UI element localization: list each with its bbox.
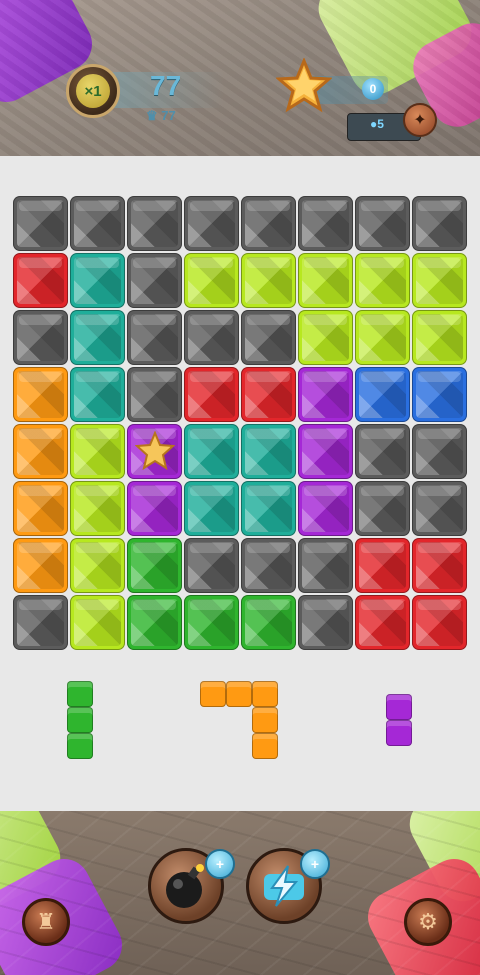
tile-gray[interactable] <box>13 196 68 251</box>
tile-gray[interactable] <box>355 424 410 479</box>
piece-2-cell[interactable] <box>252 681 278 707</box>
bomb-add-badge[interactable]: + <box>205 849 235 879</box>
tile-gray[interactable] <box>184 196 239 251</box>
star-icon <box>276 58 332 113</box>
tile-blue[interactable] <box>355 367 410 422</box>
tile-gray[interactable] <box>13 310 68 365</box>
multiplier-value: ×1 <box>76 74 110 108</box>
tile-orange[interactable] <box>13 367 68 422</box>
decorative-gem <box>400 811 480 911</box>
tile-lime[interactable] <box>355 310 410 365</box>
game-board[interactable] <box>12 195 468 651</box>
gear-icon: ⚙ <box>418 909 438 934</box>
tile-gray[interactable] <box>412 424 467 479</box>
tile-red[interactable] <box>412 538 467 593</box>
tile-purple[interactable] <box>127 481 182 536</box>
tile-red[interactable] <box>13 253 68 308</box>
tile-gray[interactable] <box>184 538 239 593</box>
piece-2-cell[interactable] <box>226 681 252 707</box>
tile-gray[interactable] <box>355 196 410 251</box>
tile-teal[interactable] <box>241 481 296 536</box>
shop-button[interactable]: ♜ <box>22 898 70 946</box>
piece-1-cell[interactable] <box>67 733 93 759</box>
tile-lime[interactable] <box>412 253 467 308</box>
tile-lime[interactable] <box>298 253 353 308</box>
tile-green[interactable] <box>184 595 239 650</box>
tile-lime[interactable] <box>355 253 410 308</box>
score-value: 77 <box>150 70 182 101</box>
tile-lime[interactable] <box>184 253 239 308</box>
tile-lime[interactable] <box>70 538 125 593</box>
tile-red[interactable] <box>241 367 296 422</box>
tile-gray[interactable] <box>355 481 410 536</box>
multiplier-badge: ×1 <box>66 64 120 118</box>
tile-purple[interactable] <box>298 424 353 479</box>
tile-gray[interactable] <box>241 538 296 593</box>
tile-purple[interactable] <box>298 367 353 422</box>
tile-lime[interactable] <box>298 310 353 365</box>
tile-gray[interactable] <box>412 481 467 536</box>
best-score-value: 77 <box>161 108 176 123</box>
tile-gray[interactable] <box>298 196 353 251</box>
tile-teal[interactable] <box>70 310 125 365</box>
bottom-bar <box>0 811 480 975</box>
tile-red[interactable] <box>355 595 410 650</box>
piece-2-cell[interactable] <box>200 681 226 707</box>
tile-gray[interactable] <box>127 253 182 308</box>
tile-green[interactable] <box>127 595 182 650</box>
tile-red[interactable] <box>184 367 239 422</box>
tile-orange[interactable] <box>13 538 68 593</box>
tile-teal[interactable] <box>184 424 239 479</box>
piece-1-cell[interactable] <box>67 707 93 733</box>
tile-gray[interactable] <box>241 310 296 365</box>
coin-icon[interactable]: ✦ <box>403 103 437 137</box>
tile-gray[interactable] <box>127 367 182 422</box>
tile-lime[interactable] <box>70 424 125 479</box>
tile-green[interactable] <box>127 538 182 593</box>
tile-lime[interactable] <box>70 595 125 650</box>
tile-teal[interactable] <box>184 481 239 536</box>
tile-blue[interactable] <box>412 367 467 422</box>
tile-lime[interactable] <box>70 481 125 536</box>
star-count: 0 <box>362 78 384 100</box>
tile-lime[interactable] <box>412 310 467 365</box>
tile-red[interactable] <box>412 595 467 650</box>
tile-gray[interactable] <box>127 196 182 251</box>
tile-gray[interactable] <box>298 595 353 650</box>
piece-3-cell[interactable] <box>386 694 412 720</box>
piece-1-cell[interactable] <box>67 681 93 707</box>
tile-orange[interactable] <box>13 424 68 479</box>
tile-orange[interactable] <box>13 481 68 536</box>
shop-icon: ♜ <box>36 909 56 934</box>
coin-count: ●5 <box>370 117 384 131</box>
crown-icon: ♛ <box>146 108 158 123</box>
piece-2-cell[interactable] <box>252 707 278 733</box>
tile-teal[interactable] <box>70 367 125 422</box>
settings-button[interactable]: ⚙ <box>404 898 452 946</box>
tile-teal[interactable] <box>70 253 125 308</box>
piece-3-cell[interactable] <box>386 720 412 746</box>
tile-gray[interactable] <box>241 196 296 251</box>
tile-gray[interactable] <box>127 310 182 365</box>
tile-gray[interactable] <box>184 310 239 365</box>
best-score: ♛ 77 <box>146 108 176 124</box>
tile-gray[interactable] <box>298 538 353 593</box>
piece-2-cell[interactable] <box>252 733 278 759</box>
tile-gray[interactable] <box>412 196 467 251</box>
tile-gray[interactable] <box>13 595 68 650</box>
tile-green[interactable] <box>241 595 296 650</box>
bomb-icon <box>166 864 204 908</box>
star-icon <box>135 431 175 471</box>
tile-purple[interactable] <box>127 424 182 479</box>
tile-lime[interactable] <box>241 253 296 308</box>
tile-purple[interactable] <box>298 481 353 536</box>
tile-teal[interactable] <box>241 424 296 479</box>
tile-red[interactable] <box>355 538 410 593</box>
lightning-add-badge[interactable]: + <box>300 849 330 879</box>
tile-gray[interactable] <box>70 196 125 251</box>
